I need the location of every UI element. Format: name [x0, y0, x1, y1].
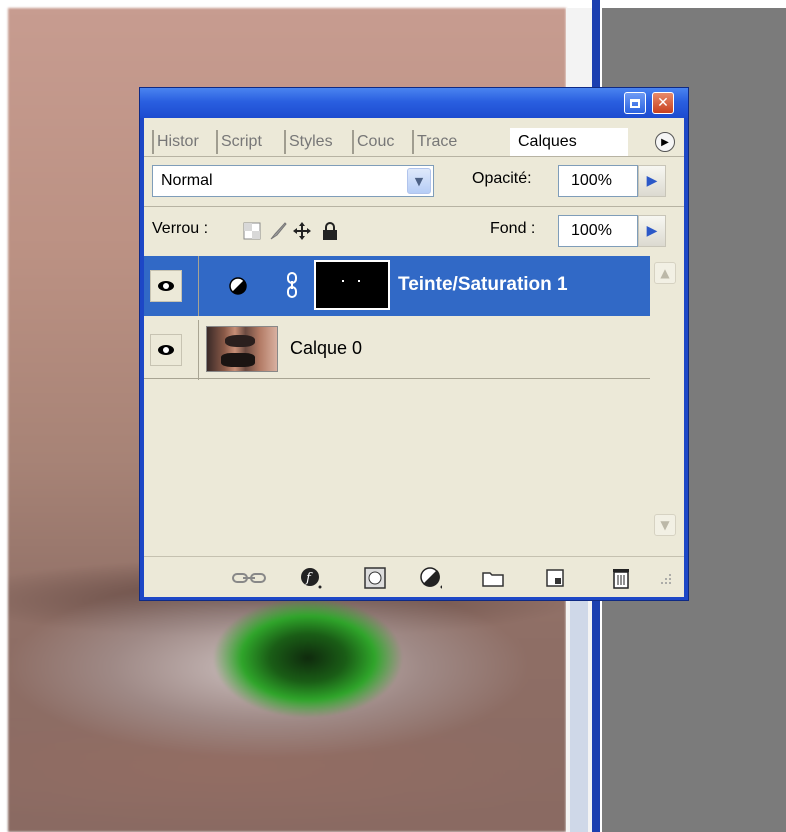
layer-row-hue-saturation[interactable]: Teinte/Saturation 1	[144, 256, 650, 316]
blend-row: Normal ▼ Opacité: 100% ▶	[144, 156, 684, 207]
opacity-input[interactable]: 100%	[558, 165, 638, 197]
tab-styles[interactable]: Styles	[284, 130, 353, 154]
document-top-margin	[0, 0, 592, 8]
add-mask-icon[interactable]	[364, 567, 386, 589]
scroll-up-icon[interactable]: ▲	[654, 262, 676, 284]
layers-palette: ✕ Histor Script Styles Couc Trace Calque…	[140, 88, 688, 600]
minimize-icon[interactable]	[624, 92, 646, 114]
chevron-down-icon[interactable]: ▼	[407, 168, 431, 194]
layer-name: Teinte/Saturation 1	[398, 274, 568, 295]
tab-layers[interactable]: Calques	[510, 128, 628, 156]
canvas-scroll-edge	[570, 600, 588, 832]
layers-list: Teinte/Saturation 1 Calque 0	[144, 256, 650, 556]
close-icon[interactable]: ✕	[652, 92, 674, 114]
delete-trash-icon[interactable]	[610, 567, 632, 589]
visibility-eye-icon[interactable]	[150, 270, 182, 302]
new-group-folder-icon[interactable]	[482, 567, 504, 589]
palette-tabs: Histor Script Styles Couc Trace Calques …	[144, 118, 684, 157]
scroll-down-icon[interactable]: ▼	[654, 514, 676, 536]
resize-grip-icon[interactable]	[656, 567, 674, 589]
layer-style-icon[interactable]: f	[300, 567, 322, 589]
opacity-slider-arrow-icon[interactable]: ▶	[638, 165, 666, 197]
palette-body: Histor Script Styles Couc Trace Calques …	[144, 118, 684, 597]
lock-paint-brush-icon[interactable]	[268, 221, 288, 241]
lock-move-icon[interactable]	[292, 221, 312, 241]
lock-all-icon[interactable]	[320, 221, 340, 241]
layer-mask-thumbnail[interactable]	[314, 260, 390, 310]
blend-mode-select[interactable]: Normal ▼	[152, 165, 434, 197]
fill-slider-arrow-icon[interactable]: ▶	[638, 215, 666, 247]
opacity-label: Opacité:	[472, 170, 532, 187]
lock-row: Verrou : Fond : 100% ▶	[144, 206, 684, 257]
new-adjustment-layer-icon[interactable]	[420, 567, 442, 589]
tab-channels[interactable]: Couc	[352, 130, 413, 154]
divider	[198, 320, 199, 380]
fill-input[interactable]: 100%	[558, 215, 638, 247]
layers-scrollbar[interactable]: ▲ ▼	[650, 256, 684, 556]
layer-image-thumbnail[interactable]	[206, 326, 278, 372]
palette-menu-icon[interactable]: ▶	[655, 132, 675, 152]
tab-paths[interactable]: Trace	[412, 130, 477, 154]
link-chain-icon[interactable]	[286, 272, 298, 298]
layer-row-calque-0[interactable]: Calque 0	[144, 320, 650, 380]
adjustment-layer-icon	[228, 276, 248, 296]
visibility-eye-icon[interactable]	[150, 334, 182, 366]
layer-name: Calque 0	[290, 338, 363, 358]
lock-transparency-icon[interactable]	[242, 221, 262, 241]
palette-titlebar[interactable]: ✕	[140, 88, 688, 118]
new-layer-icon[interactable]	[544, 567, 566, 589]
fill-label: Fond :	[490, 220, 536, 237]
layers-bottom-toolbar: f	[144, 556, 684, 597]
tab-history[interactable]: Histor	[152, 130, 217, 154]
divider	[198, 256, 199, 316]
lock-label: Verrou :	[152, 220, 209, 237]
link-layers-icon[interactable]	[232, 567, 266, 589]
blend-mode-value: Normal	[161, 172, 213, 189]
tab-scripts[interactable]: Script	[216, 130, 285, 154]
